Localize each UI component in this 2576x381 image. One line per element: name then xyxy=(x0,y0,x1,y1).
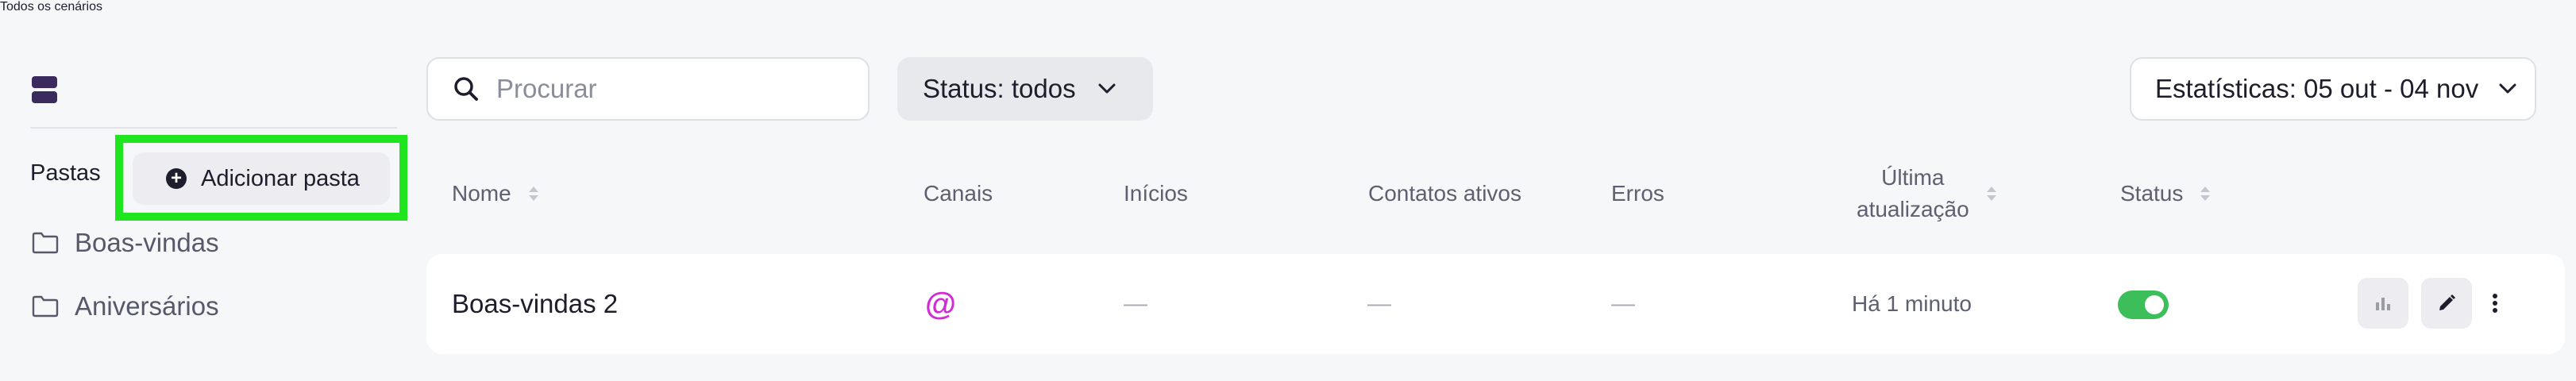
chevron-down-icon xyxy=(1098,83,1116,94)
column-header-active-contacts: Contatos ativos xyxy=(1368,181,1521,206)
all-scenarios-link[interactable] xyxy=(32,70,57,110)
all-scenarios-label: Todos os cenários xyxy=(0,0,102,13)
sort-icon xyxy=(1986,187,1996,201)
column-header-starts: Inícios xyxy=(1124,181,1188,206)
bar-chart-icon xyxy=(2376,298,2390,310)
status-toggle[interactable] xyxy=(2118,291,2169,319)
folders-label: Pastas xyxy=(30,160,101,186)
search-box[interactable] xyxy=(426,57,870,121)
column-header-label: atualização xyxy=(1857,197,1969,221)
folder-icon xyxy=(32,232,59,254)
column-header-label: Nome xyxy=(452,181,511,206)
folder-item-aniversarios[interactable]: Aniversários xyxy=(32,289,219,324)
scenario-name[interactable]: Boas-vindas 2 xyxy=(452,254,618,354)
column-header-label: Contatos ativos xyxy=(1368,181,1521,206)
sort-icon xyxy=(528,187,538,201)
search-input[interactable] xyxy=(496,74,846,104)
sort-icon xyxy=(2200,187,2211,201)
add-folder-button[interactable]: + Adicionar pasta xyxy=(133,152,390,205)
errors-value: — xyxy=(1611,291,1635,317)
column-header-label: Canais xyxy=(924,181,993,206)
folder-item-label: Aniversários xyxy=(75,291,219,321)
column-header-name[interactable]: Nome xyxy=(452,181,538,206)
email-channel-icon: @ xyxy=(925,286,957,321)
stats-date-dropdown[interactable]: Estatísticas: 05 out - 04 nov xyxy=(2130,57,2536,121)
column-header-label: Inícios xyxy=(1124,181,1188,206)
chevron-down-icon xyxy=(2499,83,2516,94)
folder-item-label: Boas-vindas xyxy=(75,228,219,257)
status-filter-dropdown[interactable]: Status: todos xyxy=(897,57,1153,121)
statistics-button[interactable] xyxy=(2358,278,2408,329)
more-options-button[interactable] xyxy=(2479,278,2511,329)
highlight-box: + Adicionar pasta xyxy=(115,135,407,221)
column-header-channels: Canais xyxy=(924,181,993,206)
column-header-label: Status xyxy=(2120,181,2184,206)
last-update-value: Há 1 minuto xyxy=(1852,291,1972,316)
more-vertical-icon xyxy=(2493,294,2497,313)
column-header-last-update[interactable]: Última atualização xyxy=(1857,162,1996,225)
column-header-label: Erros xyxy=(1611,181,1664,206)
folder-icon xyxy=(32,295,59,318)
column-header-label: Última xyxy=(1881,165,1945,190)
starts-value: — xyxy=(1124,291,1147,317)
pencil-icon xyxy=(2439,294,2455,310)
toggle-knob xyxy=(2145,295,2164,314)
status-filter-label: Status: todos xyxy=(923,74,1076,103)
column-header-status[interactable]: Status xyxy=(2120,181,2211,206)
stats-filter-label: Estatísticas: 05 out - 04 nov xyxy=(2155,74,2479,103)
sidebar-divider xyxy=(30,127,397,129)
add-folder-label: Adicionar pasta xyxy=(201,165,360,191)
plus-circle-icon: + xyxy=(166,168,187,189)
edit-button[interactable] xyxy=(2421,278,2472,329)
scenarios-icon xyxy=(32,76,57,103)
table-row[interactable]: Boas-vindas 2 @ — — — Há 1 minuto xyxy=(426,254,2565,354)
search-icon xyxy=(454,77,478,101)
column-header-errors: Erros xyxy=(1611,181,1664,206)
folder-item-boas-vindas[interactable]: Boas-vindas xyxy=(32,225,219,260)
active-contacts-value: — xyxy=(1367,291,1391,317)
